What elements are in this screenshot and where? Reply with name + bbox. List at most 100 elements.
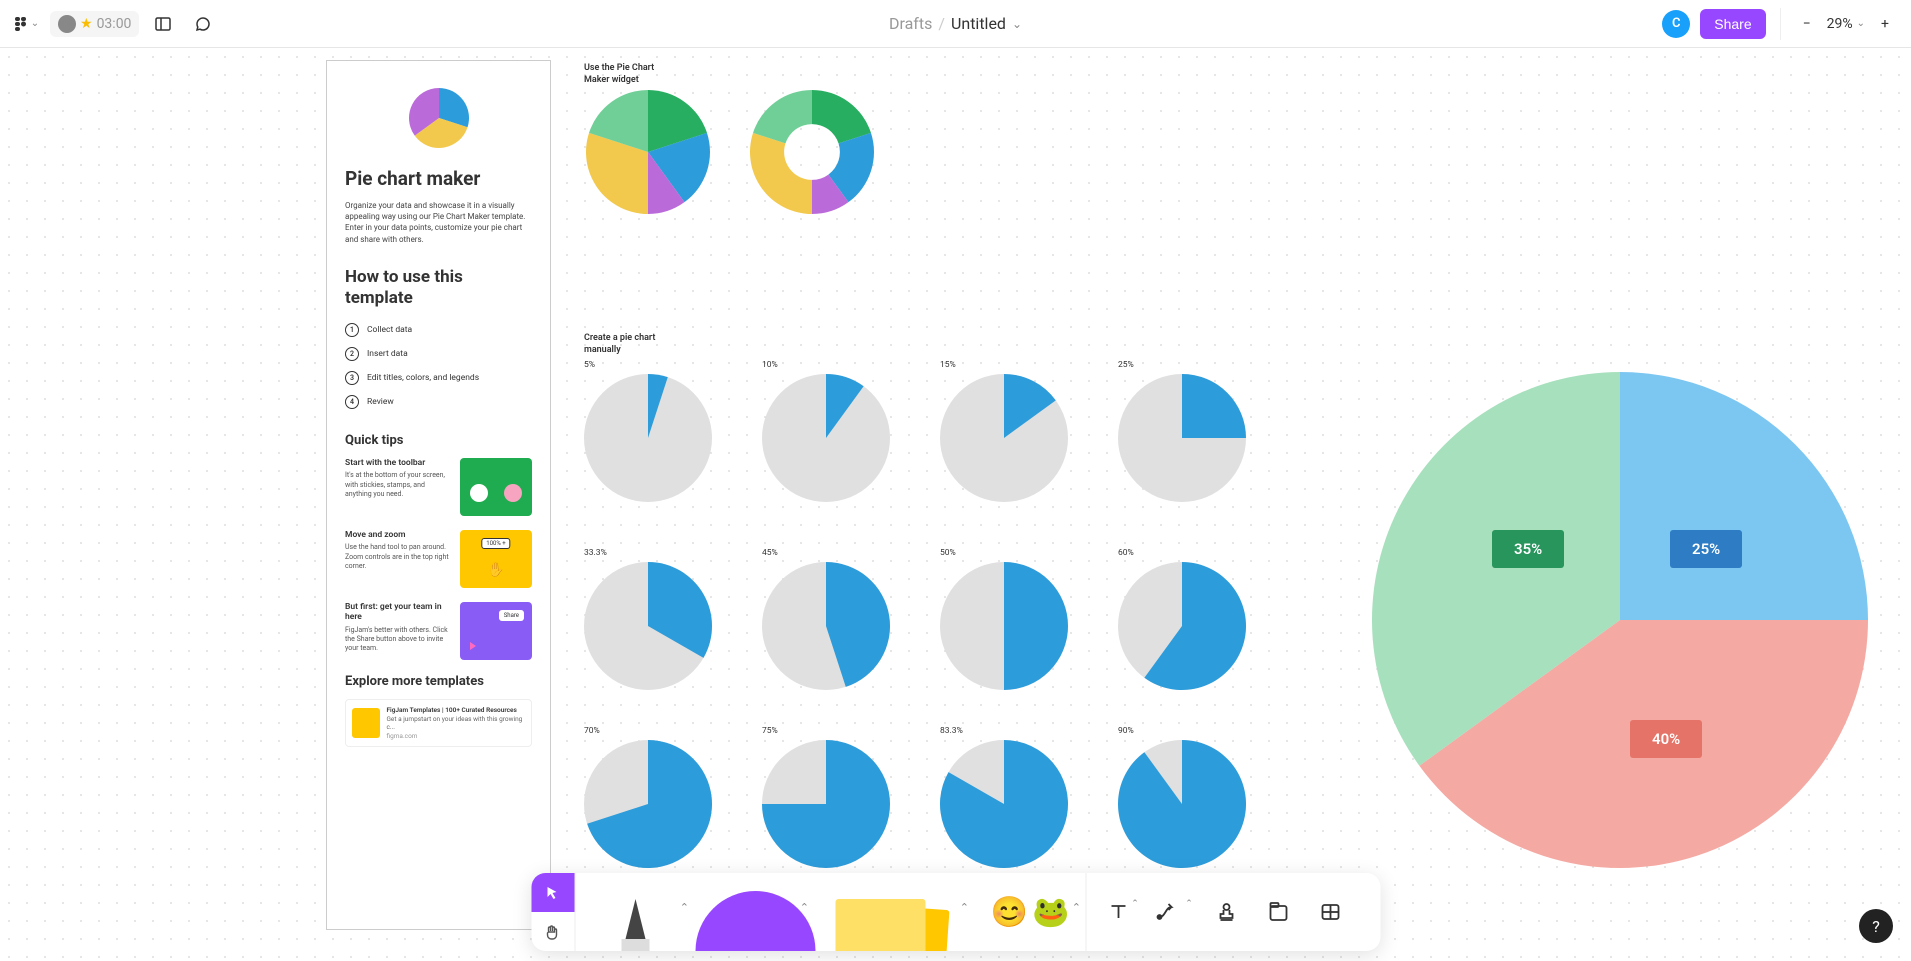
manual-pie-chart[interactable]	[584, 374, 712, 502]
step-item: 1Collect data	[345, 323, 532, 337]
chevron-up-icon[interactable]: ⌃	[680, 901, 689, 914]
manual-pie-chart[interactable]	[584, 740, 712, 868]
manual-pie-chart[interactable]	[940, 562, 1068, 690]
pie-percentage-label: 5%	[584, 360, 595, 370]
tip-item: But first: get your team in here FigJam's…	[345, 602, 532, 660]
timer-star-icon: ★	[80, 16, 93, 32]
tip-item: Move and zoom Use the hand tool to pan ar…	[345, 530, 532, 588]
panel-title: Pie chart maker	[345, 167, 532, 190]
bottom-toolbar: ⌃ ⌃ ⌃ 😊 🐸 ⌃ ⌃ ⌃	[531, 873, 1380, 951]
pie-percentage-label: 10%	[762, 360, 778, 370]
help-button[interactable]: ?	[1859, 909, 1893, 943]
step-item: 4 Review	[345, 395, 532, 409]
manual-pie-chart[interactable]	[940, 740, 1068, 868]
panel-description: Organize your data and showcase it in a …	[345, 200, 532, 245]
chevron-down-icon[interactable]: ⌄	[1857, 18, 1865, 29]
panel-toggle-button[interactable]	[147, 8, 179, 40]
pie-percentage-label: 50%	[940, 548, 956, 558]
pie-percentage-label: 70%	[584, 726, 600, 736]
user-avatar[interactable]: C	[1662, 10, 1690, 38]
tip-title: Start with the toolbar	[345, 458, 452, 468]
widget-donut-chart[interactable]	[750, 90, 874, 214]
pie-percentage-label: 15%	[940, 360, 956, 370]
manual-pie-chart[interactable]	[1118, 374, 1246, 502]
explore-card-desc: Get a jumpstart on your ideas with this …	[386, 715, 525, 732]
zoom-in-button[interactable]: +	[1869, 8, 1901, 40]
manual-pie-chart[interactable]	[1118, 740, 1246, 868]
tip-thumbnail	[460, 530, 532, 588]
hand-tool-button[interactable]	[531, 912, 574, 951]
zoom-level[interactable]: 29%	[1827, 16, 1853, 32]
manual-section-label: Create a pie chart manually	[584, 333, 664, 356]
tip-desc: FigJam's better with others. Click the S…	[345, 626, 452, 653]
step-number: 4	[345, 395, 359, 409]
shape-tool[interactable]: ⌃	[695, 873, 815, 951]
timer-avatar-icon	[58, 15, 76, 33]
step-label: Insert data	[367, 349, 408, 359]
step-label: Review	[367, 397, 394, 407]
sticky-note-tool[interactable]: ⌃	[815, 873, 975, 951]
widget-pie-chart[interactable]	[586, 90, 710, 214]
figma-menu-button[interactable]: ⌄	[10, 8, 42, 40]
pie-percentage-label: 45%	[762, 548, 778, 558]
tip-desc: Use the hand tool to pan around. Zoom co…	[345, 543, 452, 570]
tip-title: Move and zoom	[345, 530, 452, 540]
tip-thumbnail	[460, 458, 532, 516]
explore-thumb	[352, 708, 380, 738]
breadcrumb-title[interactable]: Untitled	[951, 14, 1006, 33]
quick-tips-heading: Quick tips	[345, 433, 532, 448]
manual-pie-chart[interactable]	[940, 374, 1068, 502]
manual-pie-chart[interactable]	[584, 562, 712, 690]
zoom-controls: − 29% ⌄ +	[1780, 8, 1901, 40]
text-tool[interactable]: ⌃	[1100, 890, 1144, 934]
pencil-icon	[621, 899, 649, 951]
timer-value: 03:00	[97, 16, 132, 32]
mini-pie-chart	[408, 87, 470, 149]
explore-templates-card[interactable]: FigJam Templates | 100+ Curated Resource…	[345, 699, 532, 747]
connector-tool[interactable]: ⌃	[1152, 890, 1196, 934]
comments-button[interactable]	[187, 8, 219, 40]
tip-desc: It's at the bottom of your screen, with …	[345, 471, 452, 498]
table-tool[interactable]	[1308, 890, 1352, 934]
breadcrumb-drafts[interactable]: Drafts	[889, 14, 932, 33]
manual-pie-chart[interactable]	[762, 740, 890, 868]
chevron-up-icon[interactable]: ⌃	[1072, 901, 1081, 914]
emoji-frog-icon: 🐸	[1032, 895, 1069, 930]
tip-title: But first: get your team in here	[345, 602, 452, 622]
manual-pie-chart[interactable]	[762, 374, 890, 502]
select-tool-button[interactable]	[531, 873, 574, 912]
breadcrumb-separator: /	[938, 14, 945, 33]
chevron-down-icon[interactable]: ⌄	[1012, 17, 1022, 31]
pie-slice-label[interactable]: 40%	[1630, 720, 1702, 758]
chevron-up-icon[interactable]: ⌃	[800, 901, 809, 914]
pie-slice-label[interactable]: 35%	[1492, 530, 1564, 568]
step-item: 3Edit titles, colors, and legends	[345, 371, 532, 385]
toolbar-left: ⌄ ★ 03:00	[10, 8, 219, 40]
zoom-out-button[interactable]: −	[1791, 8, 1823, 40]
tip-thumbnail	[460, 602, 532, 660]
timer-pill[interactable]: ★ 03:00	[50, 11, 139, 37]
howto-heading: How to use this template	[345, 267, 532, 310]
section-tool[interactable]	[1256, 890, 1300, 934]
tip-item: Start with the toolbar It's at the bottom…	[345, 458, 532, 516]
step-number: 1	[345, 323, 359, 337]
pie-percentage-label: 25%	[1118, 360, 1134, 370]
pie-percentage-label: 33.3%	[584, 548, 607, 558]
pie-percentage-label: 75%	[762, 726, 778, 736]
canvas[interactable]: Pie chart maker Organize your data and s…	[0, 48, 1911, 961]
pie-slice-label[interactable]: 25%	[1670, 530, 1742, 568]
manual-pie-chart[interactable]	[1118, 562, 1246, 690]
big-pie-chart[interactable]	[1372, 372, 1868, 868]
pie-percentage-label: 60%	[1118, 548, 1134, 558]
stamp-tool[interactable]	[1204, 890, 1248, 934]
manual-pie-chart[interactable]	[762, 562, 890, 690]
tool-group-right: ⌃ ⌃	[1085, 873, 1366, 951]
explore-card-title: FigJam Templates | 100+ Curated Resource…	[386, 706, 525, 714]
shape-icon	[695, 891, 815, 951]
pie-percentage-label: 90%	[1118, 726, 1134, 736]
share-button[interactable]: Share	[1700, 9, 1765, 39]
info-panel[interactable]: Pie chart maker Organize your data and s…	[326, 60, 551, 930]
stamp-emoji-tool[interactable]: 😊 🐸 ⌃	[975, 873, 1085, 951]
chevron-up-icon[interactable]: ⌃	[960, 901, 969, 914]
pencil-tool[interactable]: ⌃	[575, 873, 695, 951]
